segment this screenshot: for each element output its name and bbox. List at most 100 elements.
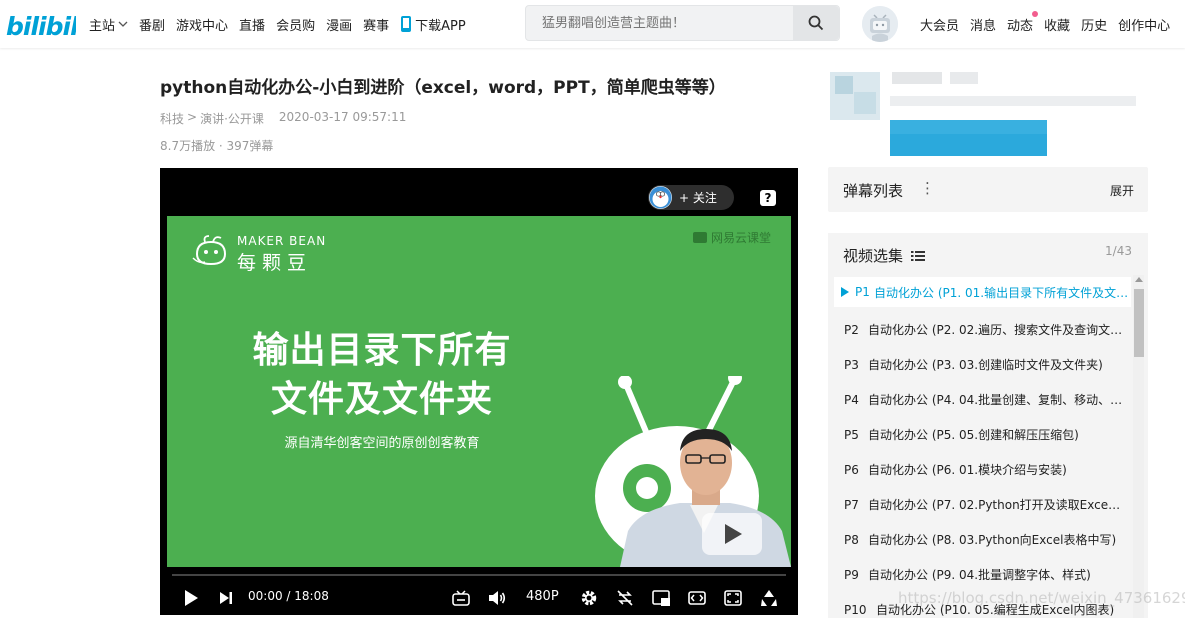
main-nav: 主站 番剧 游戏中心 直播 会员购 漫画 赛事 下载APP [89, 0, 477, 48]
nav-live[interactable]: 直播 [239, 15, 265, 34]
player-top-bar: + 关注 ? [160, 168, 798, 216]
netease-watermark: 网易云课堂 [692, 229, 771, 246]
settings-button[interactable] [578, 580, 600, 615]
web-fullscreen-icon [724, 589, 742, 606]
episode-item[interactable]: P2 自动化办公 (P2. 02.遍历、搜索文件及查询文件信息) [834, 312, 1131, 347]
bilibili-logo[interactable]: bilibili [4, 6, 76, 42]
uploader-avatar [649, 186, 672, 209]
nav-main-site[interactable]: 主站 [89, 15, 128, 34]
next-button[interactable] [216, 580, 236, 615]
chevron-down-icon [118, 21, 128, 27]
nav-download-app[interactable]: 下载APP [400, 15, 466, 34]
nav-favorites[interactable]: 收藏 [1044, 15, 1070, 34]
mini-player-button[interactable] [650, 580, 672, 615]
top-header: bilibili 主站 番剧 游戏中心 直播 会员购 漫画 赛事 下载APP [0, 0, 1185, 48]
list-icon[interactable] [911, 250, 926, 262]
brand-chinese: 每颗豆 [237, 252, 313, 274]
tv-mascot-icon [862, 6, 898, 42]
netease-logo-icon [692, 232, 707, 243]
web-fullscreen-button[interactable] [722, 580, 744, 615]
maker-bean-brand: MAKER BEAN 每颗豆 [191, 234, 325, 274]
phone-icon [401, 16, 412, 32]
slide-heading-line2: 文件及文件夹 [270, 379, 493, 420]
danmaku-toggle[interactable] [450, 580, 472, 615]
time-current: 00:00 [248, 589, 283, 603]
video-breadcrumb: 科技 > 演讲·公开课 2020-03-17 09:57:11 [160, 110, 406, 127]
episode-list-header: 视频选集 [843, 245, 926, 266]
episode-item[interactable]: P5 自动化办公 (P5. 05.创建和解压压缩包) [834, 417, 1131, 452]
nav-dynamics[interactable]: 动态 [1007, 10, 1039, 34]
danmaku-list-panel: 弹幕列表 ⋮ 展开 [828, 167, 1148, 212]
csdn-watermark: https://blog.csdn.net/weixin_47361629 [898, 589, 1185, 607]
video-player[interactable]: + 关注 ? MAKER BEAN 每颗豆 网易云课堂 输出目录下所有 文件及文… [160, 168, 798, 615]
expand-button[interactable]: 展开 [1110, 182, 1134, 199]
search-input[interactable] [526, 6, 794, 40]
nav-history[interactable]: 历史 [1081, 15, 1107, 34]
category-link[interactable]: 科技 [160, 110, 184, 127]
nav-manga[interactable]: 漫画 [326, 15, 352, 34]
uploader-info-blurred [830, 72, 1136, 156]
skip-next-icon [220, 591, 232, 604]
episode-item[interactable]: P3 自动化办公 (P3. 03.创建临时文件及文件夹) [834, 347, 1131, 382]
doraemon-avatar-icon [649, 186, 672, 209]
subcategory-link[interactable]: 演讲·公开课 [200, 110, 264, 127]
video-title: python自动化办公-小白到进阶（excel，word，PPT，简单爬虫等等） [160, 78, 726, 98]
tv-danmaku-icon [452, 589, 470, 606]
nav-game-center[interactable]: 游戏中心 [176, 15, 228, 34]
episode-item[interactable]: P6 自动化办公 (P6. 01.模块介绍与安装) [834, 452, 1131, 487]
episode-item[interactable]: P4自动化办公 (P4. 04.批量创建、复制、移动、删除文件) [834, 382, 1131, 417]
loop-off-icon [617, 589, 633, 606]
episode-list-panel: 视频选集 1/43 P1 自动化办公 (P1. 01.输出目录下所有文件及文件夹… [828, 233, 1148, 618]
nav-creator-center[interactable]: 创作中心 [1118, 15, 1170, 34]
user-avatar[interactable] [862, 6, 898, 42]
time-display: 00:00 / 18:08 [248, 589, 329, 603]
scroll-up-arrow-icon[interactable] [1135, 277, 1143, 282]
breadcrumb-separator: > [187, 110, 198, 124]
loop-button[interactable] [614, 580, 636, 615]
progress-bar[interactable] [172, 574, 786, 576]
follow-button[interactable]: + 关注 [648, 185, 734, 210]
nav-vip[interactable]: 大会员 [920, 15, 959, 34]
episode-item[interactable]: P1 自动化办公 (P1. 01.输出目录下所有文件及文件夹) [834, 277, 1131, 307]
volume-button[interactable] [486, 580, 508, 615]
episode-list-title: 视频选集 [843, 247, 904, 265]
search-box [525, 5, 840, 41]
scrollbar-thumb[interactable] [1134, 289, 1144, 357]
gear-icon [581, 590, 597, 605]
notification-dot [1032, 10, 1039, 17]
big-play-button[interactable] [702, 513, 762, 555]
slide-subtitle: 源自清华创客空间的原创创客教育 [284, 436, 480, 451]
episode-count: 1/43 [1105, 244, 1132, 258]
video-frame[interactable]: MAKER BEAN 每颗豆 网易云课堂 输出目录下所有 文件及文件夹 源自清华… [167, 216, 791, 567]
publish-date: 2020-03-17 09:57:11 [278, 110, 407, 124]
fullscreen-icon [761, 589, 777, 606]
fullscreen-button[interactable] [758, 580, 780, 615]
nav-messages[interactable]: 消息 [970, 15, 996, 34]
nav-anime[interactable]: 番剧 [139, 15, 165, 34]
nav-esports[interactable]: 赛事 [363, 15, 389, 34]
quality-selector[interactable]: 480P [526, 589, 559, 604]
nav-shop[interactable]: 会员购 [276, 15, 315, 34]
play-button[interactable] [180, 580, 202, 615]
episode-item[interactable]: P9 自动化办公 (P9. 04.批量调整字体、样式) [834, 557, 1131, 592]
brand-english: MAKER BEAN [237, 234, 327, 248]
episode-list: P1 自动化办公 (P1. 01.输出目录下所有文件及文件夹) P2 自动化办公 … [834, 277, 1131, 618]
picture-in-picture-icon [652, 589, 670, 606]
playing-indicator-icon [841, 287, 849, 297]
episode-item[interactable]: P7自动化办公 (P7. 02.Python打开及读取Excel表格内容) [834, 487, 1131, 522]
widescreen-button[interactable] [686, 580, 708, 615]
widescreen-icon [688, 590, 706, 605]
bean-logo-icon [192, 235, 227, 266]
play-icon [185, 589, 198, 606]
search-button[interactable] [793, 6, 839, 40]
slide-heading-line1: 输出目录下所有 [252, 330, 512, 371]
volume-icon [489, 590, 506, 605]
search-icon [808, 15, 824, 31]
episode-item[interactable]: P8 自动化办公 (P8. 03.Python向Excel表格中写) [834, 522, 1131, 557]
more-options-icon[interactable]: ⋮ [920, 179, 935, 197]
video-stats: 8.7万播放 · 397弹幕 [160, 139, 274, 153]
time-separator: / [282, 589, 295, 603]
svg-text:bilibili: bilibili [6, 12, 76, 41]
player-controls: 00:00 / 18:08 480P [160, 580, 798, 615]
help-icon[interactable]: ? [760, 190, 776, 206]
